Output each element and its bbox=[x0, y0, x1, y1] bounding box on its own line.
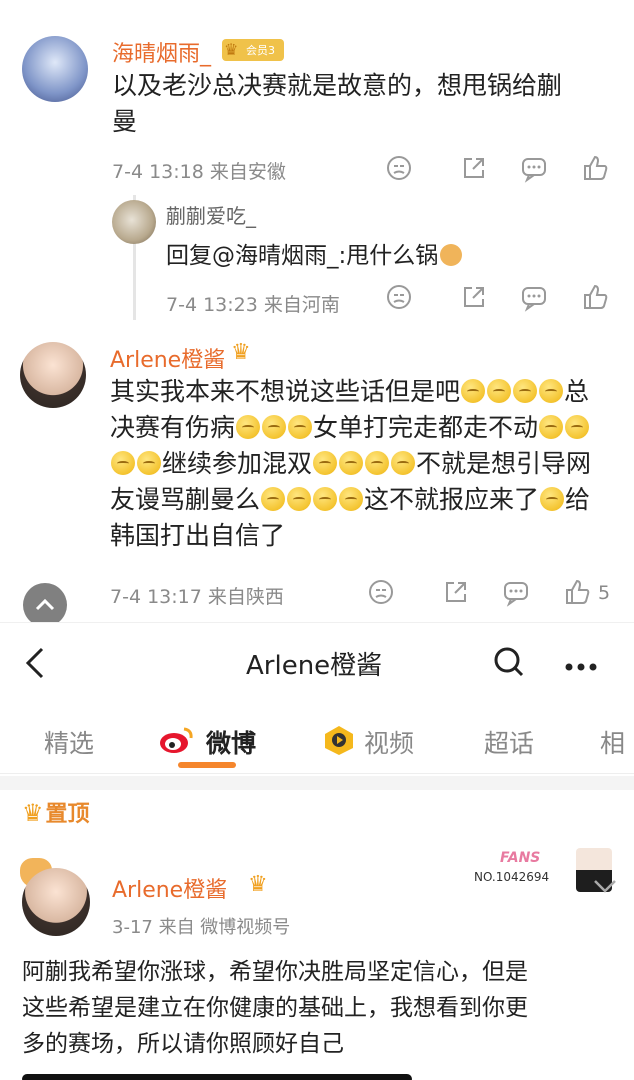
fans-label: FANS bbox=[500, 850, 541, 866]
avatar[interactable] bbox=[20, 342, 86, 408]
comment-author[interactable]: Arlene橙酱 bbox=[110, 342, 225, 374]
tab-video[interactable]: 视频 bbox=[364, 724, 414, 760]
post-author[interactable]: Arlene橙酱 bbox=[112, 872, 227, 904]
badge-label: 会员3 bbox=[246, 44, 275, 57]
video-bar bbox=[22, 1074, 412, 1080]
crown-icon: ♛ bbox=[231, 340, 251, 365]
dog-emoji-icon bbox=[440, 244, 463, 266]
profile-tabs: 精选 微博 视频 超话 相 bbox=[0, 702, 634, 774]
tab-weibo[interactable]: 微博 bbox=[206, 724, 256, 760]
avatar[interactable] bbox=[22, 868, 90, 936]
share-icon[interactable] bbox=[459, 153, 489, 183]
back-icon[interactable] bbox=[18, 643, 52, 683]
comment-author[interactable]: 海晴烟雨_ bbox=[112, 36, 211, 68]
profile-header: Arlene橙酱 bbox=[0, 622, 634, 702]
dislike-icon[interactable] bbox=[366, 577, 396, 607]
search-icon[interactable] bbox=[492, 645, 526, 679]
dislike-icon[interactable] bbox=[384, 282, 414, 312]
like-icon[interactable] bbox=[562, 577, 592, 607]
tab-featured[interactable]: 精选 bbox=[44, 724, 94, 760]
chevron-down-icon[interactable] bbox=[592, 876, 618, 896]
like-icon[interactable] bbox=[580, 153, 610, 183]
comment-meta: 7-4 13:18 来自安徽 bbox=[112, 161, 286, 183]
crown-icon: ♛ bbox=[224, 40, 239, 59]
scroll-top-button[interactable] bbox=[23, 583, 67, 627]
share-icon[interactable] bbox=[441, 577, 471, 607]
fans-number: NO.1042694 bbox=[474, 870, 550, 884]
page-title: Arlene橙酱 bbox=[246, 651, 383, 681]
share-icon[interactable] bbox=[459, 282, 489, 312]
post-text: 阿蒯我希望你涨球，希望你决胜局坚定信心，但是 这些希望是建立在你健康的基础上，我… bbox=[22, 959, 528, 1057]
more-icon[interactable] bbox=[564, 657, 598, 671]
crown-icon: ♛ bbox=[248, 872, 268, 897]
comment-icon[interactable] bbox=[501, 577, 531, 607]
comment-icon[interactable] bbox=[519, 153, 549, 183]
reply-meta: 7-4 13:23 来自河南 bbox=[166, 294, 340, 316]
avatar[interactable] bbox=[22, 36, 88, 102]
comment-meta: 7-4 13:17 来自陕西 bbox=[110, 586, 284, 608]
video-icon bbox=[322, 724, 356, 756]
active-tab-indicator bbox=[178, 762, 236, 768]
crown-icon: ♛ bbox=[22, 799, 44, 827]
member-badge: ♛ 会员3 bbox=[222, 39, 284, 61]
tab-super-topic[interactable]: 超话 bbox=[484, 724, 534, 760]
reply-author[interactable]: 蒯蒯爱吃_ bbox=[166, 200, 256, 229]
post-meta: 3-17 来自 微博视频号 bbox=[112, 917, 291, 938]
reply-text: 回复@海晴烟雨_:甩什么锅 bbox=[166, 236, 463, 270]
comment-text: 其实我本来不想说这些话但是吧总 决赛有伤病 女单打完走都走不动 继续参加混双 不就是… bbox=[110, 377, 592, 550]
like-icon[interactable] bbox=[580, 282, 610, 312]
like-count: 5 bbox=[598, 582, 611, 604]
avatar[interactable] bbox=[112, 200, 156, 244]
dislike-icon[interactable] bbox=[384, 153, 414, 183]
tab-albums[interactable]: 相 bbox=[600, 724, 625, 760]
weibo-icon bbox=[158, 724, 196, 756]
section-divider bbox=[0, 776, 634, 790]
pinned-label: ♛置顶 bbox=[22, 799, 90, 827]
comment-text: 以及老沙总决赛就是故意的，想甩锅给蒯 曼 bbox=[112, 71, 563, 136]
comment-icon[interactable] bbox=[519, 282, 549, 312]
